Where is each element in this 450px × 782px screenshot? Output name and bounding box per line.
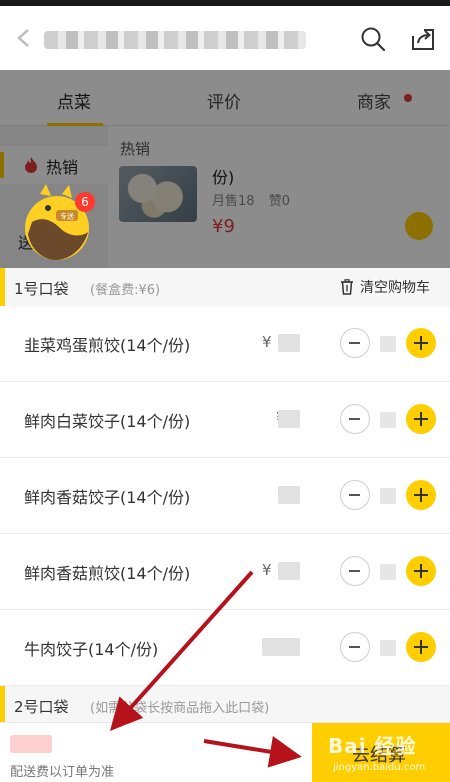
cart-item-price-blurred	[278, 410, 300, 428]
pocket-2-hint: (如需分袋长按商品拖入此口袋)	[90, 701, 270, 716]
total-price-blurred	[10, 735, 52, 753]
cart-item-name: 韭菜鸡蛋煎饺(14个/份)	[24, 336, 191, 355]
cart-item-name: 牛肉饺子(14个/份)	[24, 640, 159, 659]
delivery-fee-note: 配送费以订单为准	[10, 765, 115, 780]
cart-item-name: 鲜肉香菇饺子(14个/份)	[24, 488, 191, 507]
cart-item-quantity-blurred	[380, 488, 396, 504]
cart-item: 韭菜鸡蛋煎饺(14个/份) ¥	[0, 306, 450, 382]
increase-quantity-button[interactable]	[406, 328, 436, 358]
increase-quantity-button[interactable]	[406, 404, 436, 434]
pocket-1-fee: (餐盒费:¥6)	[90, 283, 161, 298]
app-header	[0, 6, 450, 70]
cart-item-price-blurred	[278, 486, 300, 504]
cart-item-price-symbol: ¥	[262, 561, 272, 579]
store-title-blurred	[44, 31, 306, 49]
cart-item-name: 鲜肉香菇煎饺(14个/份)	[24, 564, 191, 583]
clear-cart-label: 清空购物车	[360, 280, 430, 296]
baidu-watermark: Bai 经验	[328, 734, 417, 758]
baidu-watermark-url: jingyan.baidu.com	[333, 762, 426, 773]
cart-item: 鲜肉白菜饺子(14个/份) ¥	[0, 382, 450, 458]
back-arrow-icon[interactable]	[16, 28, 30, 48]
pocket-2-title: 2号口袋	[14, 698, 69, 716]
pocket-1-title: 1号口袋	[14, 280, 69, 298]
search-icon[interactable]	[360, 26, 386, 52]
pocket-2-header[interactable]: 2号口袋 (如需分袋长按商品拖入此口袋)	[0, 686, 450, 722]
decrease-quantity-button[interactable]	[340, 404, 370, 434]
cart-item-price-blurred	[278, 562, 300, 580]
cart-item: 鲜肉香菇饺子(14个/份)	[0, 458, 450, 534]
pocket-1-accent-bar	[0, 268, 5, 306]
cart-panel: 1号口袋 (餐盒费:¥6) 清空购物车 韭菜鸡蛋煎饺(14个/份) ¥ 鲜肉白菜…	[0, 268, 450, 722]
increase-quantity-button[interactable]	[406, 556, 436, 586]
share-icon[interactable]	[410, 26, 436, 52]
cart-item: 牛肉饺子(14个/份)	[0, 610, 450, 686]
trash-icon	[341, 279, 353, 295]
cart-item-quantity-blurred	[380, 336, 396, 352]
decrease-quantity-button[interactable]	[340, 328, 370, 358]
cart-item-price-blurred	[278, 334, 300, 352]
pocket-2-accent-bar	[0, 686, 5, 722]
cart-item-price-symbol: ¥	[262, 333, 272, 351]
cart-item-price-blurred	[262, 638, 300, 656]
pocket-1-header: 1号口袋 (餐盒费:¥6) 清空购物车	[0, 268, 450, 306]
increase-quantity-button[interactable]	[406, 480, 436, 510]
cart-item-quantity-blurred	[380, 412, 396, 428]
decrease-quantity-button[interactable]	[340, 632, 370, 662]
cart-item-quantity-blurred	[380, 640, 396, 656]
decrease-quantity-button[interactable]	[340, 556, 370, 586]
cart-item: 鲜肉香菇煎饺(14个/份) ¥	[0, 534, 450, 610]
increase-quantity-button[interactable]	[406, 632, 436, 662]
mascot-label: 专送	[60, 212, 74, 221]
cart-count-badge: 6	[75, 192, 95, 212]
decrease-quantity-button[interactable]	[340, 480, 370, 510]
cart-item-name: 鲜肉白菜饺子(14个/份)	[24, 412, 191, 431]
cart-item-quantity-blurred	[380, 564, 396, 580]
